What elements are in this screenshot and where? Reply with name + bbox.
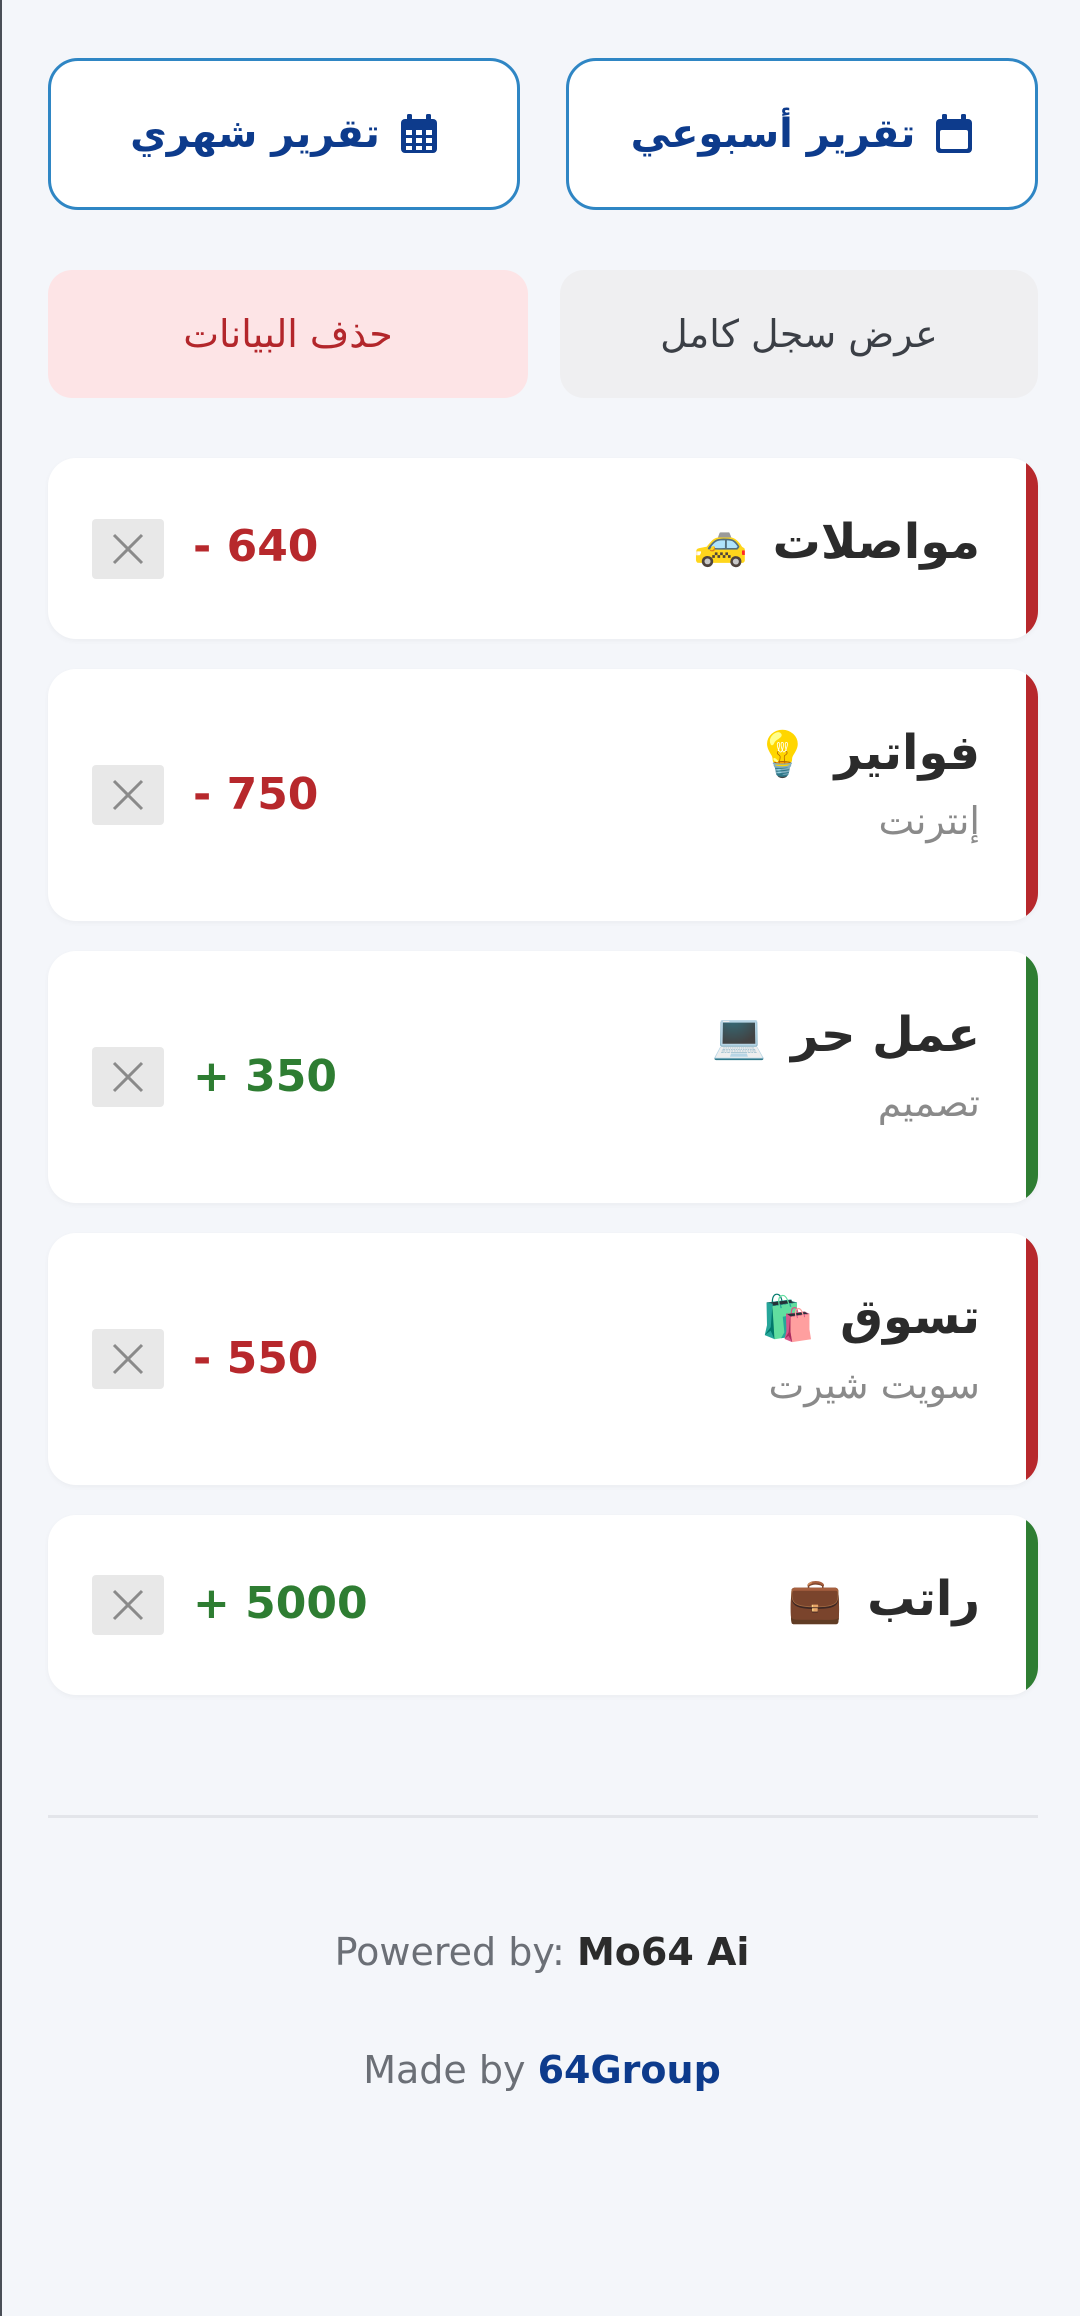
transaction-card: فواتير 💡 إنترنت - 750 [48,669,1038,921]
monthly-report-label: تقرير شهري [130,111,380,157]
transaction-info: مواصلات 🚕 [693,514,980,570]
delete-transaction-button[interactable] [92,519,164,579]
delete-data-label: حذف البيانات [183,312,393,356]
transaction-info: عمل حر 💻 تصميم [712,1007,981,1125]
delete-transaction-button[interactable] [92,1575,164,1635]
transaction-note: سويت شيرت [768,1363,981,1407]
transaction-card: تسوق 🛍️ سويت شيرت - 550 [48,1233,1038,1485]
transaction-title: مواصلات 🚕 [693,514,980,570]
expense-indicator [1026,458,1038,639]
delete-transaction-button[interactable] [92,1329,164,1389]
transaction-amount: + 350 [193,1051,338,1102]
transaction-title: فواتير 💡 [755,725,980,781]
lightbulb-icon: 💡 [755,729,810,780]
expense-indicator [1026,1233,1038,1485]
view-history-label: عرض سجل كامل [660,312,938,356]
view-history-button[interactable]: عرض سجل كامل [560,270,1038,398]
laptop-icon: 💻 [711,1011,767,1062]
transaction-info: راتب 💼 [788,1571,980,1627]
report-buttons: تقرير أسبوعي تقرير شهري [48,58,1038,210]
weekly-report-label: تقرير أسبوعي [630,111,916,157]
transaction-note: إنترنت [878,799,980,843]
data-actions: عرض سجل كامل حذف البيانات [48,270,1038,398]
made-by: Made by 64Group [363,2048,721,2092]
close-icon [112,1343,144,1375]
transaction-info: تسوق 🛍️ سويت شيرت [761,1289,980,1407]
transaction-amount: + 5000 [193,1578,368,1629]
income-indicator [1026,951,1038,1203]
powered-by: Powered by: Mo64 Ai [334,1930,750,1974]
expense-indicator [1026,669,1038,921]
transaction-card: راتب 💼 + 5000 [48,1515,1038,1695]
transaction-amount: - 750 [193,769,319,820]
briefcase-icon: 💼 [787,1575,843,1626]
transaction-info: فواتير 💡 إنترنت [755,725,980,843]
calendar-grid-icon [400,114,437,153]
close-icon [112,1061,144,1093]
transaction-title: تسوق 🛍️ [760,1289,980,1345]
monthly-report-button[interactable]: تقرير شهري [48,58,520,210]
calendar-icon [936,114,973,153]
powered-by-name: Mo64 Ai [576,1930,750,1974]
made-by-link[interactable]: 64Group [538,2048,721,2092]
income-indicator [1026,1515,1038,1695]
transaction-amount: - 640 [193,521,319,572]
delete-data-button[interactable]: حذف البيانات [48,270,528,398]
close-icon [112,533,144,565]
transaction-card: مواصلات 🚕 - 640 [48,458,1038,639]
weekly-report-button[interactable]: تقرير أسبوعي [566,58,1038,210]
footer-divider [48,1815,1038,1818]
transaction-title: عمل حر 💻 [711,1007,981,1063]
close-icon [112,1589,144,1621]
transaction-title: راتب 💼 [787,1571,980,1627]
transaction-card: عمل حر 💻 تصميم + 350 [48,951,1038,1203]
shopping-bags-icon: 🛍️ [760,1293,816,1344]
close-icon [112,779,144,811]
transaction-note: تصميم [877,1081,980,1125]
delete-transaction-button[interactable] [92,765,164,825]
transaction-amount: - 550 [193,1333,319,1384]
delete-transaction-button[interactable] [92,1047,164,1107]
taxi-icon: 🚕 [693,518,748,569]
